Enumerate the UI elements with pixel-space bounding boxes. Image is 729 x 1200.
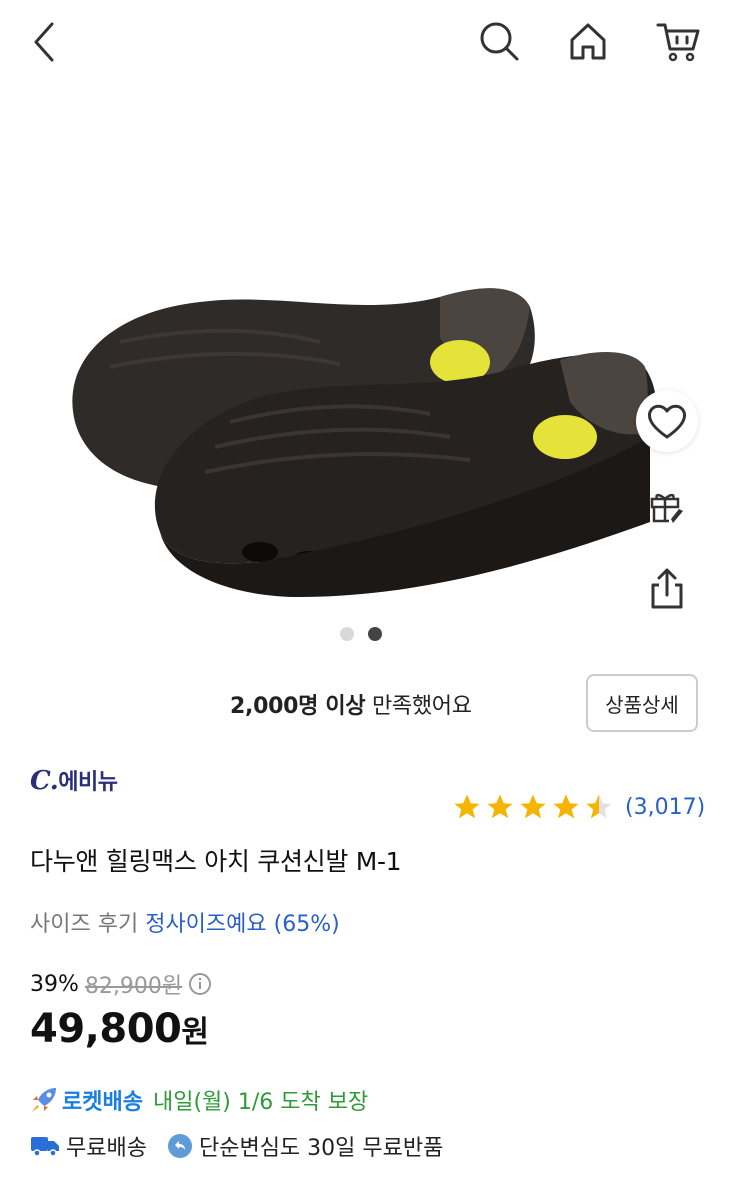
free-shipping: 무료배송: [66, 1136, 147, 1161]
search-icon: [480, 22, 519, 61]
discount-row: 39% 82,900원: [30, 968, 212, 1000]
gift-icon: [650, 493, 683, 523]
back-button[interactable]: [24, 18, 64, 66]
size-review-value: 정사이즈예요 (65%): [145, 912, 340, 937]
sale-price-value: 49,800: [30, 1006, 182, 1052]
free-return: 단순변심도 30일 무료반품: [198, 1136, 444, 1161]
size-review-label: 사이즈 후기: [30, 912, 139, 937]
search-button[interactable]: [474, 16, 524, 66]
size-review: 사이즈 후기 정사이즈예요 (65%): [30, 906, 340, 938]
star-icon: [487, 794, 513, 819]
rocket-delivery: 로켓배송 내일(월) 1/6 도착 보장: [30, 1084, 368, 1116]
satisfaction-text: 2,000명 이상 만족했어요: [230, 688, 472, 720]
star-icon: [520, 794, 546, 819]
rocket-delivery-label: 로켓배송: [62, 1090, 143, 1115]
product-image: [72, 288, 657, 597]
return-icon: [167, 1134, 192, 1158]
original-price: 82,900원: [84, 974, 183, 999]
gift-button[interactable]: [636, 474, 698, 536]
product-detail-button[interactable]: 상품상세: [586, 674, 698, 732]
rating[interactable]: (3,017): [452, 792, 705, 822]
satisfaction-suffix: 만족했어요: [365, 694, 472, 719]
product-title: 다누앤 힐링맥스 아치 쿠션신발 M-1: [30, 847, 402, 876]
home-icon: [570, 23, 606, 60]
info-icon[interactable]: [188, 972, 212, 996]
sale-price: 49,800원: [30, 1006, 209, 1052]
shipping-info: 무료배송 단순변심도 30일 무료반품: [30, 1130, 443, 1162]
review-count[interactable]: (3,017): [625, 795, 705, 820]
share-button[interactable]: [636, 558, 698, 620]
brand-name: 에비뉴: [58, 770, 118, 795]
brand-mark: C.: [30, 766, 59, 796]
star-half-icon: [586, 794, 612, 819]
carousel-dot-active[interactable]: [368, 627, 382, 641]
star-icon: [553, 794, 579, 819]
back-arrow-icon: [34, 22, 54, 62]
top-navigation-bar: [0, 0, 729, 84]
home-button[interactable]: [563, 16, 613, 66]
brand-link[interactable]: C.에비뉴: [30, 764, 118, 796]
cart-icon: [656, 23, 700, 62]
heart-icon: [648, 404, 686, 439]
carousel-pagination: [340, 627, 382, 641]
share-icon: [651, 568, 683, 609]
wishlist-button[interactable]: [636, 390, 698, 452]
cart-button[interactable]: [652, 16, 704, 66]
discount-rate: 39%: [30, 971, 79, 997]
star-icon: [454, 794, 480, 819]
currency-unit: 원: [181, 1015, 209, 1050]
carousel-dot[interactable]: [340, 627, 354, 641]
arrival-guarantee: 내일(월) 1/6 도착 보장: [152, 1090, 369, 1115]
truck-icon: [31, 1137, 59, 1157]
rocket-icon: [32, 1088, 56, 1112]
product-image-carousel[interactable]: [0, 92, 729, 652]
satisfaction-count: 2,000명 이상: [230, 694, 366, 719]
